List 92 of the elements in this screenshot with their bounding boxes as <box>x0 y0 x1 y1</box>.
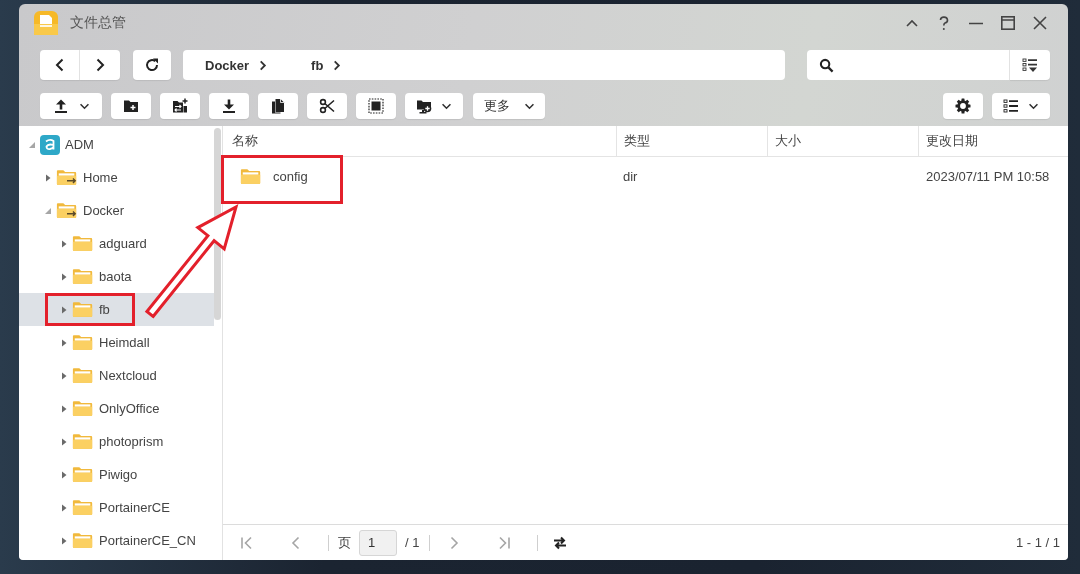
filter-button[interactable] <box>1010 50 1050 80</box>
shared-folder-icon <box>56 201 78 220</box>
breadcrumb-item[interactable]: Docker <box>183 57 290 73</box>
tree-item[interactable]: photoprism <box>60 425 170 458</box>
mount-button[interactable] <box>405 93 463 119</box>
shared-folder-icon <box>56 168 78 187</box>
folder-arrows-icon <box>172 98 188 114</box>
caret-icon <box>78 102 90 110</box>
tree-item[interactable]: OnlyOffice <box>60 392 166 425</box>
page-label: 页 <box>338 533 351 552</box>
copy-button[interactable] <box>258 93 298 119</box>
new-folder-icon <box>123 98 139 114</box>
settings-button[interactable] <box>943 93 983 119</box>
table-cell-text: 2023/07/11 PM 10:58 <box>925 167 1051 186</box>
swap-arrows-icon[interactable] <box>552 534 569 551</box>
upload-button[interactable] <box>40 93 102 119</box>
cut-button[interactable] <box>307 93 347 119</box>
settings-icon <box>955 98 971 114</box>
collapsed-arrow-icon[interactable] <box>60 239 68 248</box>
collapsed-arrow-icon[interactable] <box>60 371 68 380</box>
tree-item[interactable]: PortainerCE <box>60 491 176 524</box>
caret-icon <box>523 102 535 110</box>
folder-icon <box>240 166 262 186</box>
file-name: config <box>273 168 308 184</box>
folder-icon <box>72 399 94 418</box>
download-button[interactable] <box>209 93 249 119</box>
new-folder-button[interactable] <box>111 93 151 119</box>
folder-icon <box>72 498 94 517</box>
table-cell-text: dir <box>622 167 639 186</box>
view-mode-button[interactable] <box>992 93 1050 119</box>
folder-icon <box>72 333 94 352</box>
column-header[interactable]: 名称 <box>223 126 617 156</box>
scissors-icon <box>319 98 335 114</box>
forward-button[interactable] <box>80 50 120 80</box>
tree-item[interactable]: Nextcloud <box>60 359 163 392</box>
folder-icon <box>72 234 94 253</box>
collapsed-arrow-icon[interactable] <box>60 272 68 281</box>
tree-item[interactable]: Piwigo <box>60 458 144 491</box>
folder-icon <box>72 465 94 484</box>
collapsed-arrow-icon[interactable] <box>44 173 52 182</box>
select-all-button[interactable] <box>356 93 396 119</box>
collapsed-arrow-icon[interactable] <box>60 338 68 347</box>
download-icon <box>221 98 237 114</box>
folder-icon <box>72 432 94 451</box>
collapsed-arrow-icon[interactable] <box>60 536 68 545</box>
collapsed-arrow-icon[interactable] <box>60 503 68 512</box>
logo-icon <box>40 134 60 155</box>
tree-item[interactable]: adguard <box>60 227 153 260</box>
tree-item[interactable]: Heimdall <box>60 326 156 359</box>
column-header[interactable]: 更改日期 <box>919 126 1068 156</box>
caret-icon <box>1028 102 1039 110</box>
app-icon <box>34 10 58 35</box>
caret-icon <box>441 102 452 110</box>
page-total: / 1 <box>405 535 420 550</box>
tree-item[interactable]: Docker <box>44 194 131 227</box>
collapsed-arrow-icon[interactable] <box>60 470 68 479</box>
collapsed-arrow-icon[interactable] <box>60 305 68 314</box>
tree-item[interactable]: baota <box>60 260 138 293</box>
chevron-right-icon <box>333 59 342 71</box>
tree-item[interactable]: Home <box>44 161 124 194</box>
refresh-button[interactable] <box>133 50 171 80</box>
select-all-icon <box>368 98 384 114</box>
column-header[interactable]: 类型 <box>617 126 768 156</box>
page-range: 1 - 1 / 1 <box>1015 535 1060 550</box>
collapsed-arrow-icon[interactable] <box>60 404 68 413</box>
close-icon[interactable] <box>1032 14 1048 31</box>
page-input[interactable]: 1 <box>359 529 397 556</box>
column-header[interactable]: 大小 <box>768 126 919 156</box>
search-field[interactable] <box>807 50 1010 80</box>
collapsed-arrow-icon[interactable] <box>60 437 68 446</box>
more-button[interactable]: 更多 <box>473 93 545 119</box>
folder-plus-badge-icon <box>416 98 432 114</box>
new-shared-folder-button[interactable] <box>160 93 200 119</box>
copy-icon <box>270 98 286 114</box>
folder-icon <box>72 531 94 550</box>
tree-item[interactable]: ADM <box>28 128 100 161</box>
list-view-icon <box>1003 98 1019 114</box>
maximize-icon[interactable] <box>1000 14 1016 31</box>
tree-item[interactable]: fb <box>19 293 214 326</box>
folder-icon <box>72 300 94 319</box>
upload-icon <box>52 98 69 114</box>
window-title: 文件总管 <box>70 13 126 32</box>
tree-item[interactable]: PortainerCE_CN <box>60 524 202 557</box>
breadcrumb-item[interactable]: fb <box>289 57 364 73</box>
folder-icon <box>72 366 94 385</box>
search-icon <box>819 57 834 73</box>
chevron-right-icon <box>259 59 268 71</box>
filter-list-icon <box>1022 57 1038 73</box>
back-button[interactable] <box>40 50 80 80</box>
folder-icon <box>72 267 94 286</box>
refresh-icon <box>144 57 160 73</box>
file-row[interactable]: config dir 2023/07/11 PM 10:58 <box>223 157 1068 195</box>
